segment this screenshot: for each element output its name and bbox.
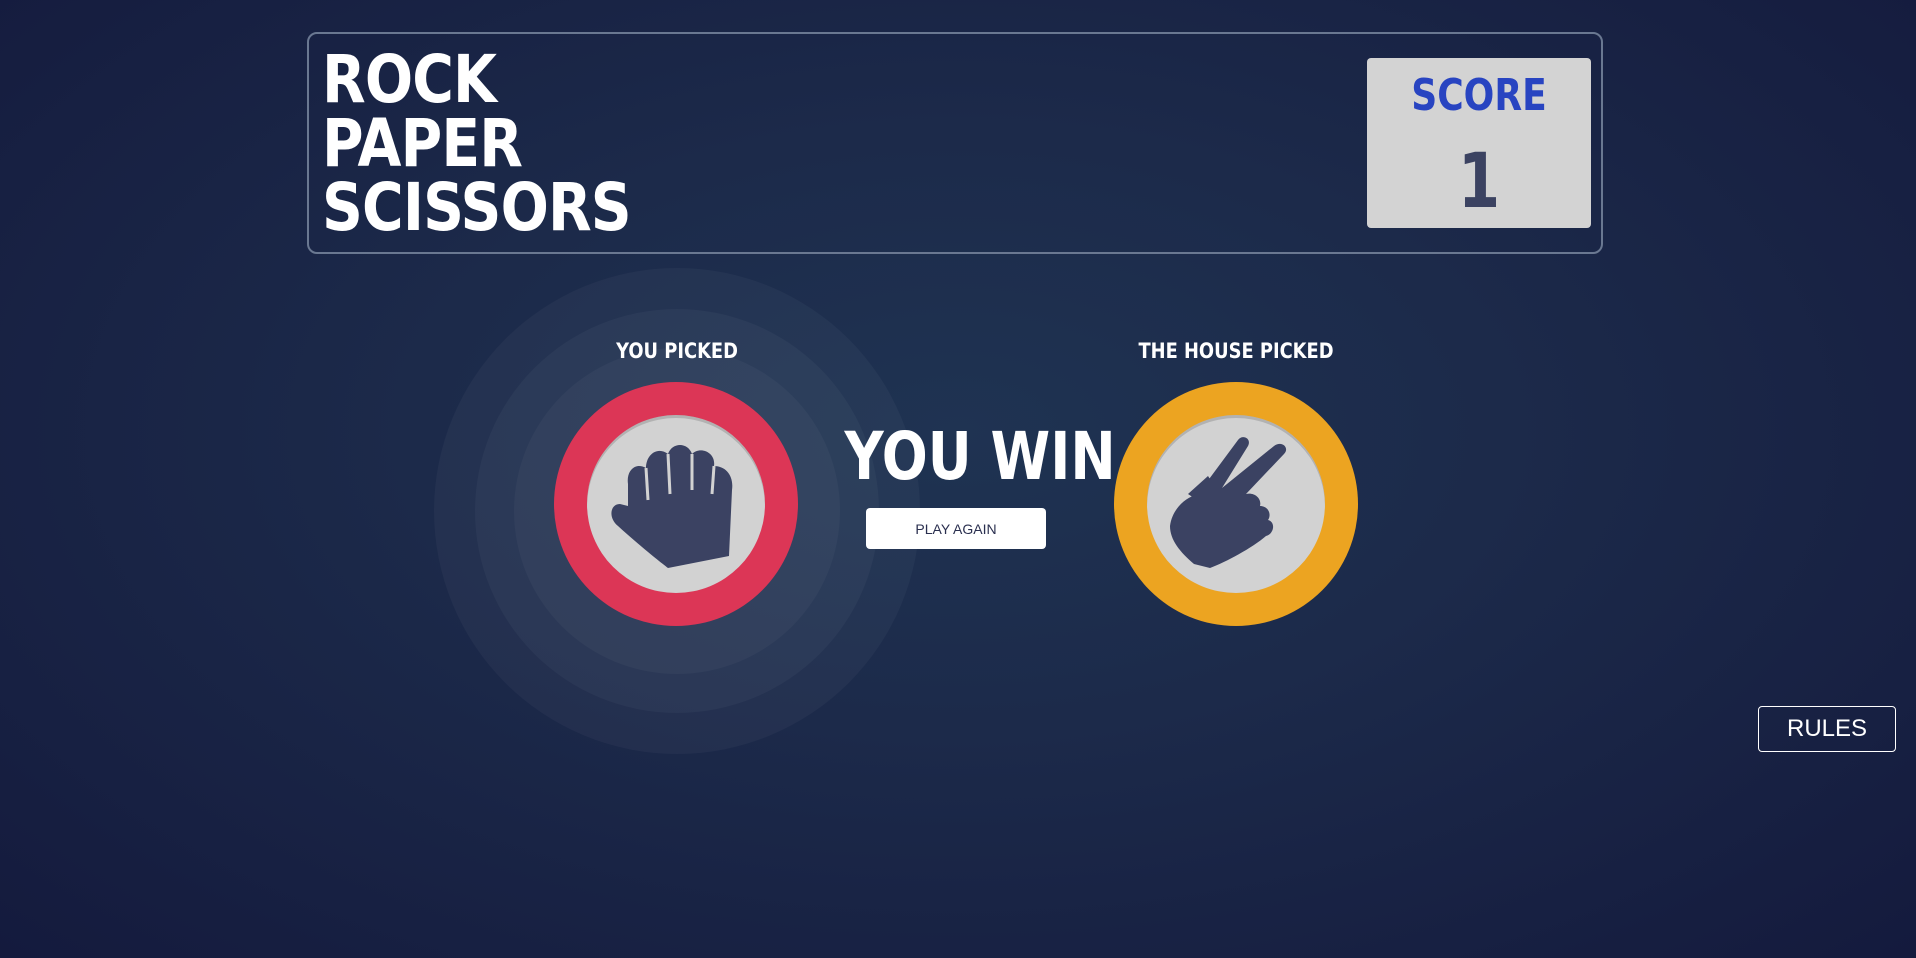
title-line-scissors: SCISSORS <box>322 169 632 246</box>
house-pick-label: THE HOUSE PICKED <box>1138 339 1334 363</box>
title-line-paper: PAPER <box>322 105 523 182</box>
score-label: SCORE <box>1411 70 1547 121</box>
result-text: YOU WIN <box>844 418 1116 495</box>
rules-button[interactable]: RULES <box>1758 706 1896 752</box>
game-title: ROCK PAPER SCISSORS <box>322 41 632 246</box>
player-pick-token <box>554 382 798 626</box>
score-box: SCORE 1 <box>1367 58 1591 228</box>
player-pick-label: YOU PICKED <box>616 339 738 363</box>
house-pick-token <box>1114 382 1358 626</box>
header: ROCK PAPER SCISSORS SCORE 1 <box>307 32 1603 254</box>
rock-fist-icon <box>611 445 733 568</box>
play-again-button[interactable]: PLAY AGAIN <box>866 508 1046 549</box>
scissors-hand-icon <box>1170 437 1287 568</box>
title-line-rock: ROCK <box>322 41 497 118</box>
score-value: 1 <box>1457 136 1501 225</box>
